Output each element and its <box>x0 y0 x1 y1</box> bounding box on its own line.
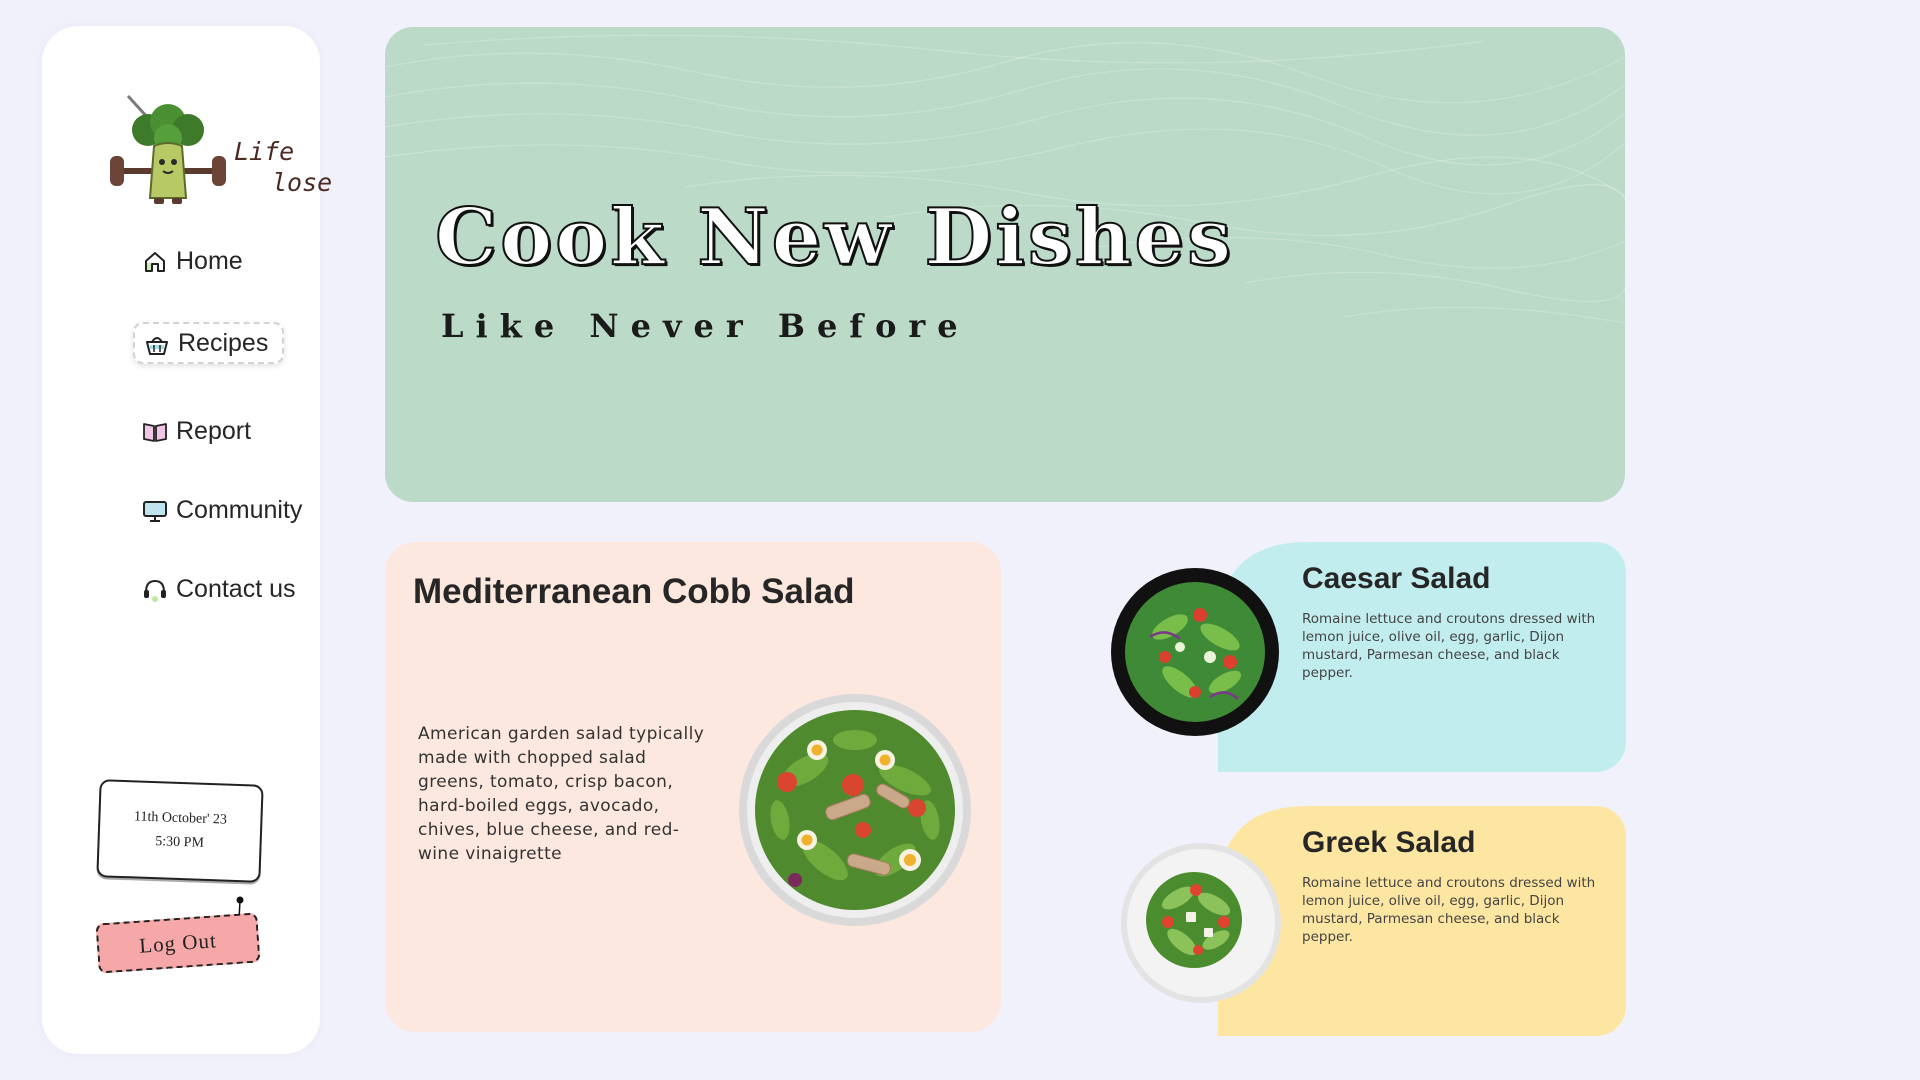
recipe-card-description: Romaine lettuce and croutons dressed wit… <box>1302 875 1596 945</box>
recipe-card-description: Romaine lettuce and croutons dressed wit… <box>1302 611 1596 681</box>
home-icon <box>145 252 165 272</box>
sidebar-item-label: Recipes <box>178 328 269 357</box>
recipe-card-title: Greek Salad <box>1302 826 1476 859</box>
basket-icon <box>146 337 168 355</box>
featured-recipe-title: Mediterranean Cobb Salad <box>413 572 855 611</box>
recipe-card-greek[interactable]: Greek Salad Romaine lettuce and croutons… <box>1121 806 1626 1036</box>
hero-banner: Cook New Dishes Like Never Before <box>385 27 1625 502</box>
headset-icon <box>144 579 166 602</box>
logo-line-1: Life <box>234 137 295 166</box>
sidebar-item-recipes[interactable]: Recipes <box>133 322 285 364</box>
featured-recipe-card[interactable]: Mediterranean Cobb Salad American garden… <box>385 542 1001 1032</box>
sidebar-item-label: Home <box>176 246 243 275</box>
logo-line-2: lose <box>272 168 333 197</box>
logout-button[interactable]: Log Out <box>95 912 261 974</box>
logo-wordmark: Life lose <box>234 136 332 198</box>
current-time: 5:30 PM <box>155 834 205 851</box>
hero-subtitle: Like Never Before <box>441 307 970 345</box>
featured-recipe-description: American garden salad typically made wit… <box>418 724 705 864</box>
hero-title: Cook New Dishes <box>434 191 1234 284</box>
book-icon <box>143 423 167 442</box>
sidebar-item-contact[interactable]: Contact us <box>100 567 310 611</box>
sidebar-item-label: Report <box>176 416 252 445</box>
sidebar-item-community[interactable]: Community <box>100 488 316 532</box>
sidebar-item-report[interactable]: Report <box>100 409 265 453</box>
caesar-salad-image <box>1111 568 1279 736</box>
sidebar: Life lose Home Recipes Report Community … <box>42 26 332 1054</box>
sidebar-item-home[interactable]: Home <box>100 239 257 283</box>
current-date: 11th October' 23 <box>133 809 228 828</box>
cobb-salad-image <box>739 694 971 926</box>
sidebar-item-label: Contact us <box>176 574 296 603</box>
datetime-card: 11th October' 23 5:30 PM <box>96 779 264 883</box>
sidebar-item-label: Community <box>176 495 303 524</box>
greek-salad-image <box>1121 843 1281 1003</box>
monitor-icon <box>143 501 167 522</box>
recipe-card-title: Caesar Salad <box>1302 562 1491 595</box>
app-logo[interactable]: Life lose <box>108 88 332 206</box>
recipe-card-caesar[interactable]: Caesar Salad Romaine lettuce and crouton… <box>1111 542 1626 772</box>
